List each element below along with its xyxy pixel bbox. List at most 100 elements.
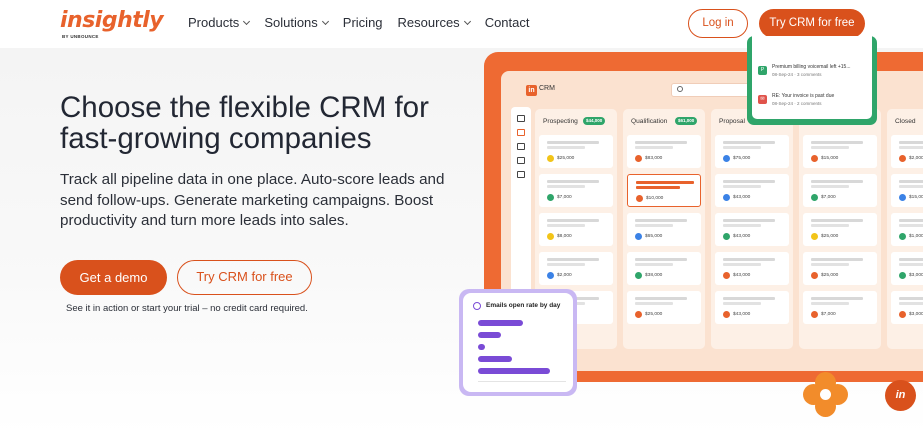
search-icon	[677, 86, 683, 92]
mail-icon: ✉	[758, 95, 767, 104]
status-dot	[899, 155, 906, 162]
column-total-badge: $44,000	[583, 117, 606, 125]
phone-icon: P	[758, 66, 767, 75]
deal-card[interactable]: $38,000	[627, 252, 701, 285]
status-dot	[899, 272, 906, 279]
email-rate-bar	[478, 332, 501, 338]
mail-icon	[473, 302, 481, 310]
deal-card[interactable]: $83,000	[627, 135, 701, 168]
deal-card[interactable]: $7,000	[803, 291, 877, 324]
notification-title: Premium billing voicemail left +15...	[772, 64, 851, 70]
pipeline-column: Proposal $75,000 $43,000 $43,000 $43,000 $43,…	[711, 109, 793, 349]
nav-resources[interactable]: Resources	[398, 15, 471, 30]
get-demo-button[interactable]: Get a demo	[60, 260, 167, 295]
deal-card[interactable]: $15,000	[891, 174, 923, 207]
insightly-logo[interactable]: insightly BY UNBOUNCE	[60, 8, 164, 40]
column-total-badge: $61,000	[675, 117, 698, 125]
status-dot	[635, 272, 642, 279]
status-dot	[723, 194, 730, 201]
deal-amount: $43,000	[733, 194, 751, 200]
status-dot	[636, 195, 643, 202]
email-rate-bar	[478, 344, 485, 350]
deal-card[interactable]: $25,000	[803, 252, 877, 285]
try-crm-button[interactable]: Try CRM for free	[177, 260, 312, 295]
status-dot	[811, 233, 818, 240]
deal-amount: $15,000	[821, 155, 839, 161]
email-rate-bar	[478, 356, 513, 362]
deal-card[interactable]: $3,000	[891, 291, 923, 324]
email-rate-bar	[478, 320, 524, 326]
notification-list: P Premium billing voicemail left +15... …	[752, 36, 872, 119]
deal-card[interactable]: $43,000	[715, 291, 789, 324]
login-button[interactable]: Log in	[688, 9, 748, 38]
chevron-down-icon	[243, 17, 251, 25]
status-dot	[723, 311, 730, 318]
flower-logo-icon	[803, 372, 849, 418]
deal-amount: $8,000	[557, 233, 572, 239]
nav-solutions[interactable]: Solutions	[264, 15, 329, 30]
deal-amount: $2,000	[909, 155, 923, 161]
status-dot	[723, 155, 730, 162]
insightly-badge-icon: in	[526, 85, 537, 96]
deal-card[interactable]: $15,000	[803, 135, 877, 168]
column-title: Closed	[895, 118, 916, 125]
deal-card[interactable]: $43,000	[715, 252, 789, 285]
list-icon[interactable]	[517, 157, 525, 164]
deal-card[interactable]: $43,000	[715, 174, 789, 207]
deal-card[interactable]: $65,000	[627, 213, 701, 246]
deal-amount: $25,000	[645, 311, 663, 317]
deal-card[interactable]: $25,000	[627, 291, 701, 324]
deal-card[interactable]: $10,000	[627, 174, 701, 207]
logo-subtitle: BY UNBOUNCE	[62, 34, 99, 39]
deal-card[interactable]: $75,000	[715, 135, 789, 168]
deal-card[interactable]: $2,000	[539, 252, 613, 285]
status-dot	[899, 194, 906, 201]
home-icon[interactable]	[517, 115, 525, 122]
email-rate-bar	[478, 368, 551, 374]
status-dot	[547, 155, 554, 162]
calendar-icon[interactable]	[517, 171, 525, 178]
deal-card[interactable]: $43,000	[715, 213, 789, 246]
nav-pricing[interactable]: Pricing	[343, 15, 383, 30]
emails-card-title: Emails open rate by day	[486, 302, 561, 309]
emails-card-inner: Emails open rate by day	[463, 293, 573, 392]
deal-amount: $3,000	[909, 311, 923, 317]
try-crm-nav-button[interactable]: Try CRM for free	[759, 9, 865, 38]
nav-label: Products	[188, 15, 240, 30]
emails-open-rate-card: Emails open rate by day	[459, 289, 577, 396]
deal-card[interactable]: $1,000	[891, 213, 923, 246]
status-dot	[635, 311, 642, 318]
column-title: Qualification	[631, 118, 668, 125]
column-title: Proposal	[719, 118, 746, 125]
crm-sidebar	[511, 107, 531, 307]
chevron-down-icon	[463, 17, 471, 25]
status-dot	[547, 233, 554, 240]
deal-amount: $43,000	[733, 233, 751, 239]
deal-card[interactable]: $3,000	[891, 252, 923, 285]
deal-card[interactable]: $25,000	[539, 135, 613, 168]
deal-card[interactable]: $8,000	[539, 213, 613, 246]
deal-card[interactable]: $7,000	[539, 174, 613, 207]
chart-icon[interactable]	[517, 143, 525, 150]
deal-amount: $10,000	[646, 195, 664, 201]
pipeline-column: $15,000 $7,000 $25,000 $25,000 $7,000	[799, 109, 881, 349]
deal-card[interactable]: $2,000	[891, 135, 923, 168]
column-title: Prospecting	[543, 118, 578, 125]
nav-label: Solutions	[264, 15, 318, 30]
deal-amount: $1,000	[909, 233, 923, 239]
deal-amount: $43,000	[733, 272, 751, 278]
deal-card[interactable]: $25,000	[803, 213, 877, 246]
logo-wordmark: insightly	[60, 8, 164, 33]
nav-products[interactable]: Products	[188, 15, 251, 30]
chat-button[interactable]: in	[885, 380, 916, 411]
status-dot	[811, 194, 818, 201]
status-dot	[635, 155, 642, 162]
pipeline-column: Qualification $61,000 $83,000 $10,000 $65,00…	[623, 109, 705, 349]
notification-meta: 08-Sep-24 · 2 comments	[772, 101, 822, 106]
chevron-down-icon	[321, 17, 329, 25]
chart-axis	[478, 381, 566, 382]
pipeline-column: Closed $2,000 $15,000 $1,000 $3,000 $3,000	[887, 109, 923, 349]
nav-contact[interactable]: Contact	[485, 15, 530, 30]
deals-icon[interactable]	[517, 129, 525, 136]
deal-card[interactable]: $7,000	[803, 174, 877, 207]
